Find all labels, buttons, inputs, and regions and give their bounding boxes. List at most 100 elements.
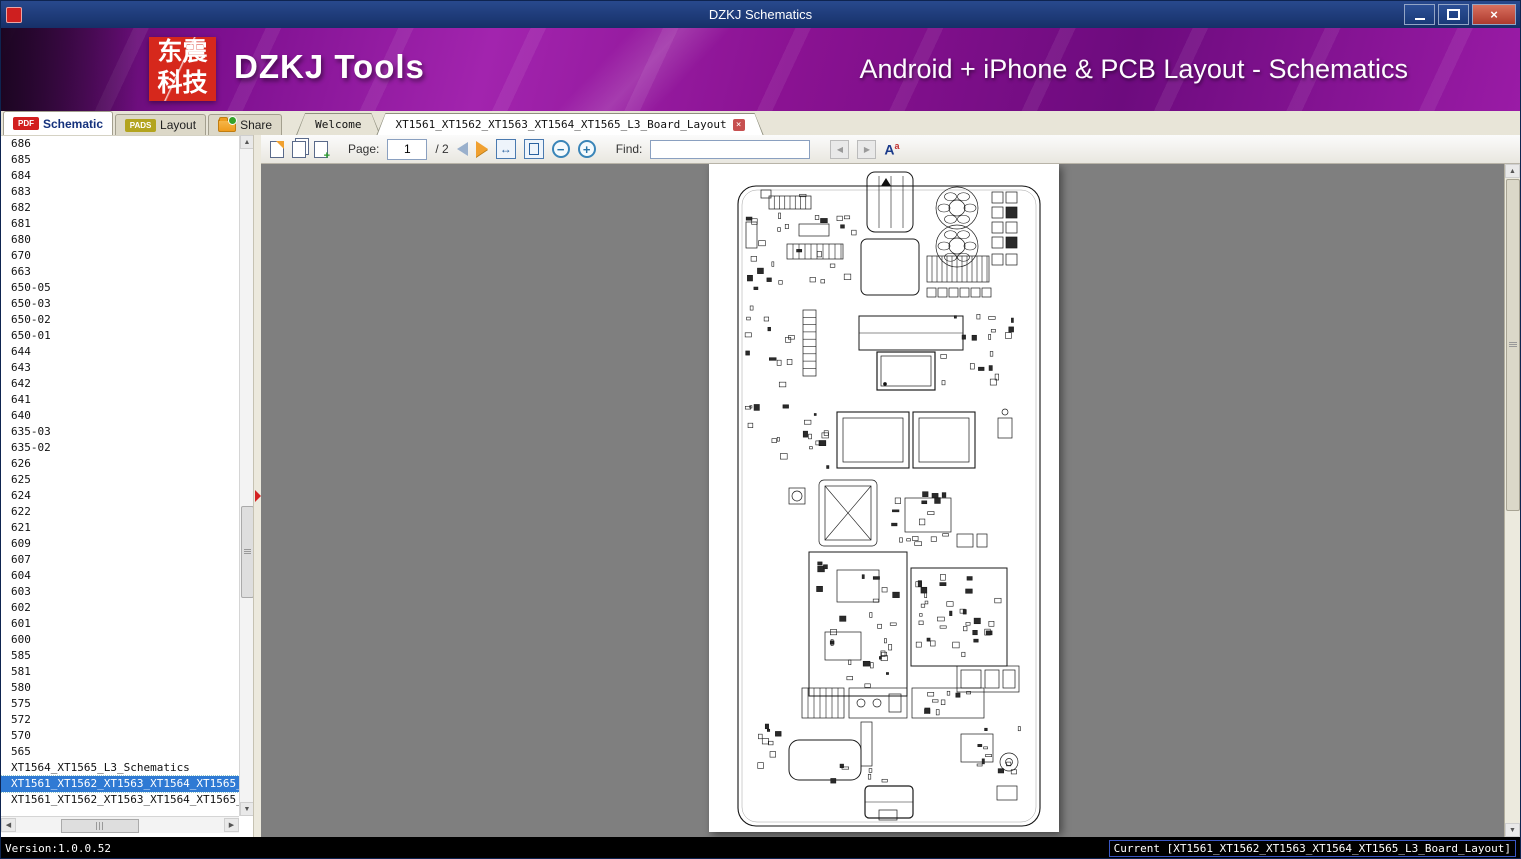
scroll-down-icon[interactable]: ▼ <box>1505 823 1520 837</box>
doc-tab-board-layout[interactable]: XT1561_XT1562_XT1563_XT1564_XT1565_L3_Bo… <box>376 113 763 135</box>
sidebar-page-item[interactable]: 625 <box>1 472 239 488</box>
pads-icon: PADS <box>125 118 157 132</box>
find-label: Find: <box>615 142 643 156</box>
document-area: ▲ ▼ <box>261 164 1520 837</box>
tab-schematic[interactable]: PDF Schematic <box>3 111 114 135</box>
single-page-icon[interactable] <box>270 140 284 158</box>
minimize-button[interactable] <box>1404 4 1435 25</box>
sidebar-hscroll-thumb[interactable] <box>61 819 139 833</box>
sidebar-page-item[interactable]: 621 <box>1 520 239 536</box>
pcb-board-diagram <box>737 171 1041 827</box>
tab-close-icon[interactable]: × <box>733 119 745 131</box>
banner-app-name: DZKJ Tools <box>234 48 425 85</box>
sidebar-page-item[interactable]: 575 <box>1 696 239 712</box>
share-folder-icon <box>218 115 238 132</box>
sidebar-page-item[interactable]: 682 <box>1 200 239 216</box>
scroll-left-icon[interactable]: ◀ <box>1 818 16 832</box>
banner: 东震 科技 DZKJ Tools Android + iPhone & PCB … <box>1 28 1520 111</box>
find-input[interactable] <box>650 139 811 159</box>
sidebar-page-item[interactable]: 670 <box>1 248 239 264</box>
document-vertical-scrollbar[interactable]: ▲ ▼ <box>1504 164 1520 837</box>
scroll-up-icon[interactable]: ▲ <box>1505 164 1520 178</box>
sidebar-page-item[interactable]: 600 <box>1 632 239 648</box>
sidebar-page-item[interactable]: 604 <box>1 568 239 584</box>
sidebar-page-item[interactable]: 601 <box>1 616 239 632</box>
sidebar-vertical-scrollbar[interactable]: ▲ ▼ <box>239 135 254 816</box>
sidebar-page-item[interactable]: 680 <box>1 232 239 248</box>
sidebar-page-item[interactable]: 565 <box>1 744 239 760</box>
sidebar-page-item[interactable]: 642 <box>1 376 239 392</box>
scroll-right-icon[interactable]: ▶ <box>224 818 239 832</box>
sidebar-page-item[interactable]: 572 <box>1 712 239 728</box>
font-size-icon[interactable]: Aa <box>884 141 899 158</box>
find-next-icon[interactable]: ▶ <box>857 139 877 159</box>
sidebar-page-item[interactable]: 585 <box>1 648 239 664</box>
sidebar-page-item[interactable]: 650-03 <box>1 296 239 312</box>
sidebar-page-item[interactable]: 580 <box>1 680 239 696</box>
sidebar-page-item[interactable]: 635-03 <box>1 424 239 440</box>
version-label: Version:1.0.0.52 <box>5 842 111 855</box>
pcb-page[interactable] <box>709 164 1059 832</box>
sidebar-page-item[interactable]: 641 <box>1 392 239 408</box>
sidebar-page-item[interactable]: 650-02 <box>1 312 239 328</box>
sidebar-page-item[interactable]: 635-02 <box>1 440 239 456</box>
sidebar-page-item[interactable]: 650-05 <box>1 280 239 296</box>
find-previous-icon[interactable]: ◀ <box>830 139 850 159</box>
window-title: DZKJ Schematics <box>708 7 813 22</box>
document-vscroll-thumb[interactable] <box>1506 179 1520 511</box>
sidebar-page-item[interactable]: 602 <box>1 600 239 616</box>
close-icon: × <box>1490 7 1498 22</box>
sidebar-page-item[interactable]: XT1561_XT1562_XT1563_XT1564_XT1565_L3_ <box>1 775 239 793</box>
sidebar-page-item[interactable]: 603 <box>1 584 239 600</box>
sidebar-page-item[interactable]: 607 <box>1 552 239 568</box>
page-number-input[interactable] <box>387 138 428 160</box>
minimize-icon <box>1414 17 1425 20</box>
logo-text-line2: 科技 <box>157 69 208 97</box>
sidebar-page-item[interactable]: 626 <box>1 456 239 472</box>
doc-tab-welcome[interactable]: Welcome <box>296 113 380 135</box>
sidebar-page-item[interactable]: 650-01 <box>1 328 239 344</box>
banner-tagline: Android + iPhone & PCB Layout - Schemati… <box>859 54 1408 84</box>
sidebar-page-item[interactable]: 663 <box>1 264 239 280</box>
font-letter-sup: a <box>894 140 900 151</box>
sidebar-page-item[interactable]: 686 <box>1 136 239 152</box>
sidebar-page-item[interactable]: XT1564_XT1565_L3_Schematics <box>1 760 239 776</box>
fit-width-icon[interactable]: ↔ <box>495 139 516 159</box>
sidebar-page-item[interactable]: 640 <box>1 408 239 424</box>
sidebar-page-item[interactable]: 643 <box>1 360 239 376</box>
tab-bar: PDF Schematic PADS Layout Share Welcome … <box>1 111 1520 135</box>
page-label: Page: <box>348 142 380 156</box>
sidebar-page-item[interactable]: 570 <box>1 728 239 744</box>
scroll-down-icon[interactable]: ▼ <box>240 802 254 816</box>
tab-share[interactable]: Share <box>208 114 283 135</box>
sidebar-page-item[interactable]: 644 <box>1 344 239 360</box>
zoom-in-icon[interactable]: + <box>577 140 596 158</box>
tab-layout[interactable]: PADS Layout <box>115 114 207 135</box>
next-page-icon[interactable] <box>475 141 488 157</box>
multi-page-icon[interactable] <box>314 140 330 162</box>
facing-pages-icon[interactable] <box>292 140 306 158</box>
sidebar-horizontal-scrollbar[interactable]: ◀ ▶ <box>1 816 239 833</box>
tab-share-label: Share <box>240 118 273 132</box>
sidebar-page-item[interactable]: 685 <box>1 152 239 168</box>
scroll-up-icon[interactable]: ▲ <box>240 135 254 149</box>
sidebar-page-item[interactable]: XT1561_XT1562_XT1563_XT1564_XT1565_L3_ <box>1 792 239 808</box>
tab-layout-label: Layout <box>160 118 197 132</box>
maximize-icon <box>1447 9 1460 20</box>
sidebar-page-item[interactable]: 622 <box>1 504 239 520</box>
previous-page-icon[interactable] <box>456 142 468 156</box>
fit-page-icon[interactable] <box>523 139 544 159</box>
close-button[interactable]: × <box>1472 4 1516 25</box>
sidebar-page-item[interactable]: 609 <box>1 536 239 552</box>
sidebar-page-item[interactable]: 684 <box>1 168 239 184</box>
sidebar-page-item[interactable]: 624 <box>1 488 239 504</box>
sidebar-page-item[interactable]: 581 <box>1 664 239 680</box>
maximize-button[interactable] <box>1438 4 1469 25</box>
thumb-grip-icon <box>96 822 103 830</box>
window-controls: × <box>1404 4 1516 25</box>
status-bar: Version:1.0.0.52 Current [XT1561_XT1562_… <box>1 837 1520 858</box>
sidebar-page-item[interactable]: 683 <box>1 184 239 200</box>
zoom-out-icon[interactable]: − <box>551 140 570 158</box>
sidebar-page-item[interactable]: 681 <box>1 216 239 232</box>
sidebar-page-list: 686 685 684 683 682 681 680 670 663 650-05 650-03 6… <box>1 135 239 817</box>
